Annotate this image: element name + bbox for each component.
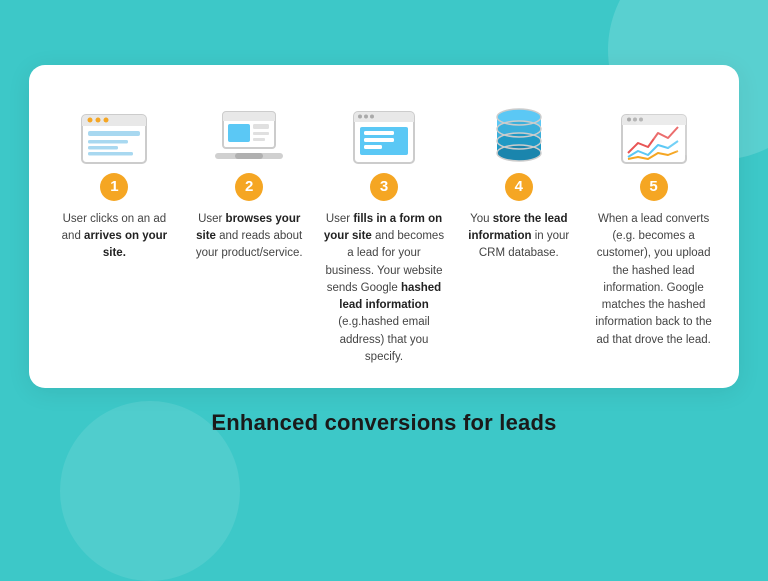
step-4: 4 You store the lead information in your… [453,93,584,263]
step-2-text: User browses your site and reads about y… [188,211,311,263]
step-4-text: You store the lead information in your C… [457,211,580,263]
step-3: 3 User fills in a form on your site and … [319,93,450,366]
step-1: 1 User clicks on an ad and arrives on yo… [49,93,180,263]
browser-icon [80,113,148,165]
step-4-icon-area [493,93,545,165]
step-5-text: When a lead converts (e.g. becomes a cus… [592,211,715,349]
steps-row: 1 User clicks on an ad and arrives on yo… [49,93,719,366]
page-title: Enhanced conversions for leads [211,410,556,436]
step-2-badge: 2 [235,173,263,201]
step-2-icon-area [213,93,285,165]
step-1-icon-area [80,93,148,165]
laptop-icon [213,110,285,165]
step-2: 2 User browses your site and reads about… [184,93,315,263]
step-3-text: User fills in a form on your site and be… [323,211,446,366]
database-icon [493,107,545,165]
step-5-badge: 5 [640,173,668,201]
step-1-text: User clicks on an ad and arrives on your… [53,211,176,263]
form-icon [352,110,416,165]
step-1-badge: 1 [100,173,128,201]
step-3-badge: 3 [370,173,398,201]
step-3-icon-area [352,93,416,165]
step-4-badge: 4 [505,173,533,201]
bg-decoration-bottom [60,401,240,581]
